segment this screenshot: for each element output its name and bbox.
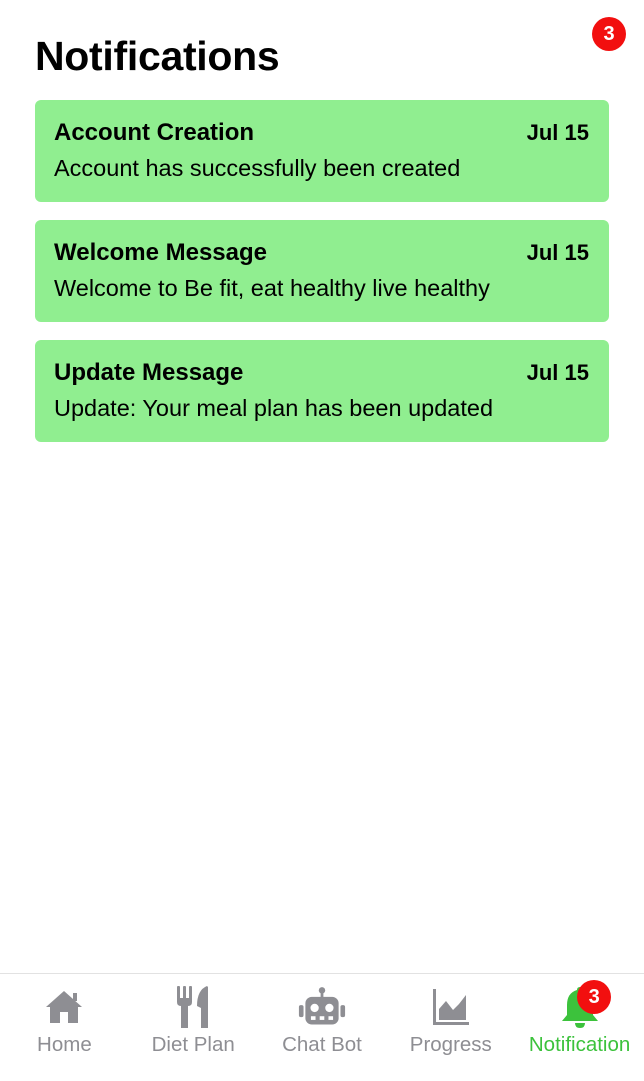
tab-notification-badge: 3 <box>577 980 612 1014</box>
tab-progress[interactable]: Progress <box>386 974 515 1081</box>
tab-label: Progress <box>409 1033 492 1056</box>
area-chart-icon <box>427 983 475 1031</box>
notification-card-welcome-message[interactable]: Welcome Message Jul 15 Welcome to Be fit… <box>35 220 609 322</box>
page-title: Notifications <box>35 33 280 79</box>
tab-notification[interactable]: 3 Notification <box>515 974 644 1081</box>
notification-list: Account Creation Jul 15 Account has succ… <box>35 100 609 460</box>
notification-count-badge: 3 <box>592 17 626 51</box>
tab-diet-plan[interactable]: Diet Plan <box>129 974 258 1081</box>
fork-knife-icon <box>169 983 217 1031</box>
notification-message: Update: Your meal plan has been updated <box>54 395 494 421</box>
tab-label: Notification <box>528 1033 631 1056</box>
notification-card-update-message[interactable]: Update Message Jul 15 Update: Your meal … <box>35 340 609 442</box>
home-icon <box>40 983 88 1031</box>
notification-message: Account has successfully been created <box>54 155 461 181</box>
notification-message: Welcome to Be fit, eat healthy live heal… <box>54 275 490 301</box>
notification-title: Welcome Message <box>54 239 267 266</box>
tab-home[interactable]: Home <box>0 974 129 1081</box>
tab-label: Diet Plan <box>151 1033 235 1056</box>
notification-date: Jul 15 <box>526 240 589 265</box>
notification-date: Jul 15 <box>526 120 589 145</box>
bottom-tab-bar: Home Diet Plan Chat Bot Progress 3 Notif… <box>0 973 644 1081</box>
notification-date: Jul 15 <box>526 360 589 385</box>
tab-label: Chat Bot <box>282 1033 362 1056</box>
tab-chat-bot[interactable]: Chat Bot <box>258 974 387 1081</box>
tab-label: Home <box>37 1033 92 1056</box>
robot-icon <box>298 983 346 1031</box>
notification-title: Account Creation <box>54 119 255 146</box>
notification-title: Update Message <box>54 359 244 386</box>
notification-card-account-creation[interactable]: Account Creation Jul 15 Account has succ… <box>35 100 609 202</box>
